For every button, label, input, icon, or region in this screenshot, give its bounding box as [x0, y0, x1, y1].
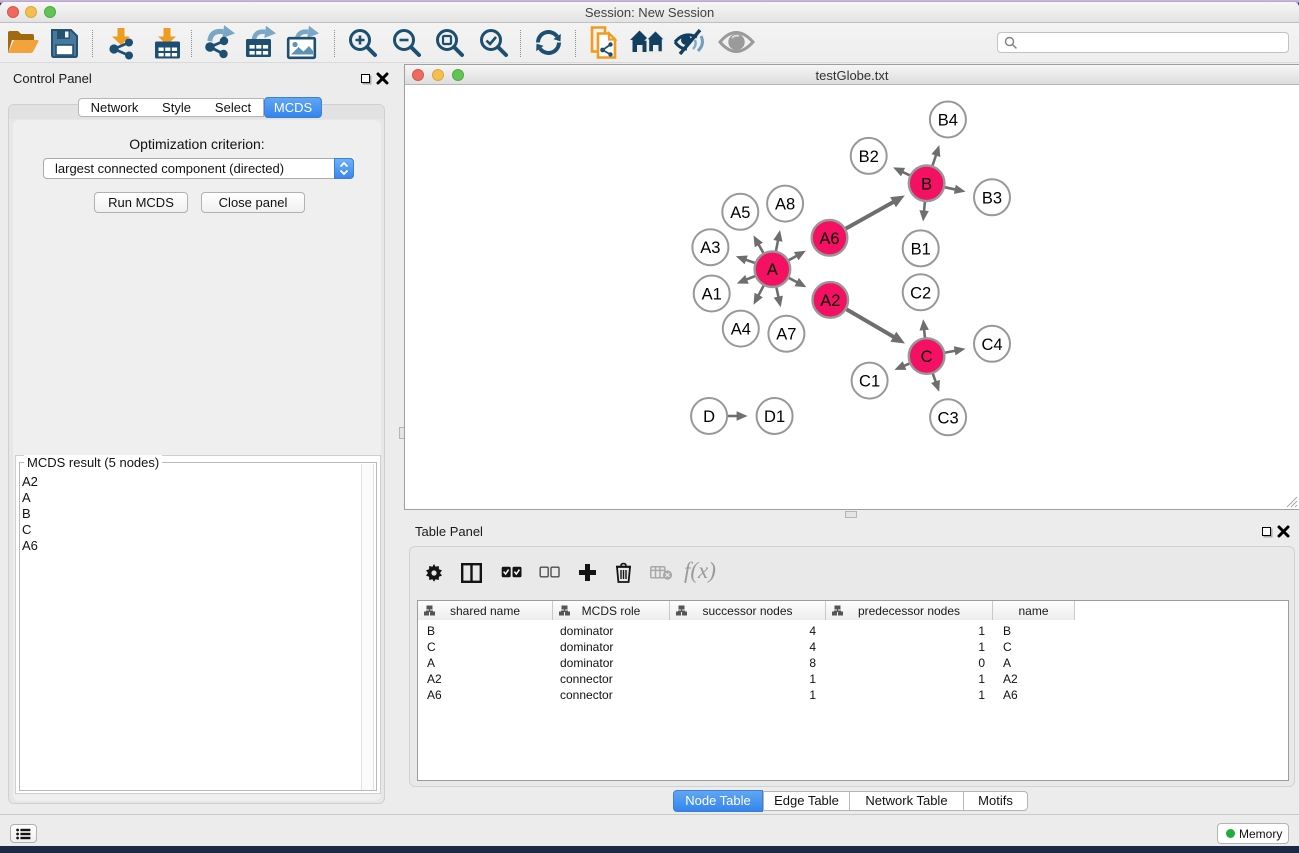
- svg-text:A5: A5: [730, 204, 750, 222]
- svg-text:C2: C2: [910, 284, 931, 302]
- svg-text:B3: B3: [982, 189, 1002, 207]
- svg-text:B: B: [921, 175, 932, 193]
- svg-text:B2: B2: [859, 148, 879, 166]
- svg-text:D: D: [703, 408, 715, 426]
- svg-text:A4: A4: [731, 321, 751, 339]
- svg-text:B1: B1: [911, 240, 931, 258]
- svg-text:A1: A1: [702, 286, 722, 304]
- svg-text:C: C: [921, 348, 933, 366]
- svg-text:B4: B4: [938, 112, 958, 130]
- svg-text:D1: D1: [764, 408, 785, 426]
- svg-text:C3: C3: [938, 409, 959, 427]
- svg-text:A3: A3: [700, 239, 720, 257]
- svg-text:A6: A6: [819, 230, 839, 248]
- svg-text:A8: A8: [775, 196, 795, 214]
- svg-text:A: A: [767, 261, 778, 279]
- svg-text:A2: A2: [820, 292, 840, 310]
- svg-text:C4: C4: [981, 336, 1002, 354]
- svg-text:A7: A7: [776, 326, 796, 344]
- svg-text:C1: C1: [859, 373, 880, 391]
